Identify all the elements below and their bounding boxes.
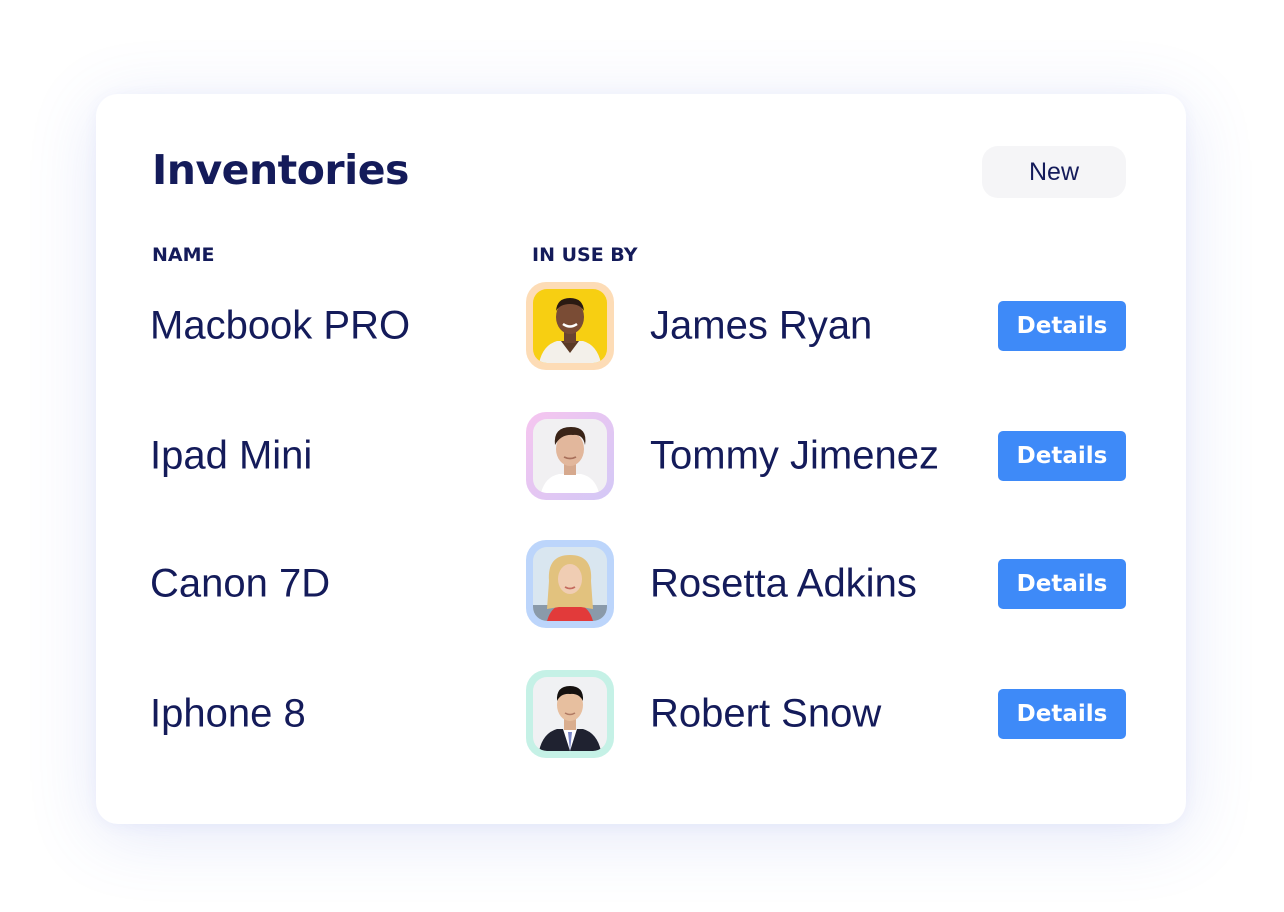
table-row: Canon 7D Rosetta Adkins Details <box>96 540 1186 628</box>
user-name: Robert Snow <box>650 691 882 736</box>
user-name: Tommy Jimenez <box>650 433 939 478</box>
user-name: Rosetta Adkins <box>650 561 917 606</box>
table-row: Ipad Mini Tommy Jimenez Details <box>96 412 1186 500</box>
new-button[interactable]: New <box>982 146 1126 198</box>
person-photo-icon <box>533 419 607 493</box>
item-name: Ipad Mini <box>150 433 313 478</box>
table-row: Iphone 8 Robert Snow Details <box>96 670 1186 758</box>
avatar <box>526 282 614 370</box>
avatar <box>526 670 614 758</box>
item-name: Macbook PRO <box>150 303 411 348</box>
details-button[interactable]: Details <box>998 559 1126 609</box>
column-header-in-use-by: IN USE BY <box>532 244 638 266</box>
details-button[interactable]: Details <box>998 689 1126 739</box>
avatar <box>526 412 614 500</box>
column-header-name: NAME <box>152 244 215 266</box>
person-photo-icon <box>533 289 607 363</box>
item-name: Iphone 8 <box>150 691 306 736</box>
user-name: James Ryan <box>650 303 873 348</box>
person-photo-icon <box>533 677 607 751</box>
details-button[interactable]: Details <box>998 301 1126 351</box>
details-button[interactable]: Details <box>998 431 1126 481</box>
avatar <box>526 540 614 628</box>
page-title: Inventories <box>152 146 409 194</box>
person-photo-icon <box>533 547 607 621</box>
item-name: Canon 7D <box>150 561 331 606</box>
inventories-card: Inventories New NAME IN USE BY Macbook P… <box>96 94 1186 824</box>
table-row: Macbook PRO James Ryan Details <box>96 282 1186 370</box>
